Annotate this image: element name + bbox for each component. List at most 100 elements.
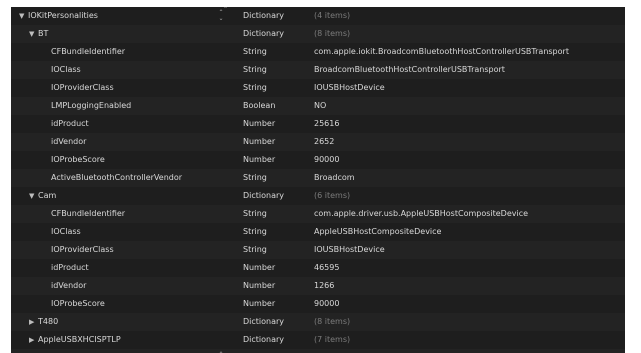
type-cell[interactable]: Dictionary xyxy=(243,313,284,331)
plist-row[interactable]: OSBundleRequired⌃⌄StringRoot xyxy=(11,349,625,353)
type-cell[interactable]: Dictionary xyxy=(243,7,284,25)
key-cell[interactable]: LMPLoggingEnabled xyxy=(51,97,211,115)
type-cell[interactable]: String xyxy=(243,205,267,223)
key-cell[interactable]: ▶ AppleUSBXHCISPTLP xyxy=(29,331,211,349)
plist-row[interactable]: ▼ IOKitPersonalities ⌃ ⌄ Dictionary (4 items) xyxy=(11,7,625,25)
value-cell[interactable]: (7 items) xyxy=(314,331,624,349)
plist-row[interactable]: idProduct Number 46595 xyxy=(11,259,625,277)
key-label: idVendor xyxy=(51,281,87,290)
key-label: IOProviderClass xyxy=(51,245,114,254)
plist-row[interactable]: CFBundleIdentifier String com.apple.driver… xyxy=(11,205,625,223)
value-cell[interactable]: 1266 xyxy=(314,277,624,295)
disclosure-collapsed-icon[interactable]: ▶ xyxy=(29,313,38,331)
plist-row[interactable]: IOProviderClass String IOUSBHostDevice xyxy=(11,79,625,97)
key-label: IOProbeScore xyxy=(51,299,105,308)
plist-row[interactable]: LMPLoggingEnabled Boolean NO xyxy=(11,97,625,115)
key-cell[interactable]: ActiveBluetoothControllerVendor xyxy=(51,169,211,187)
key-cell[interactable]: ▼ Cam xyxy=(29,187,211,205)
plist-editor: ⌃ ▼ IOKitPersonalities ⌃ ⌄ Dictionary (4 item… xyxy=(11,7,625,353)
plist-row[interactable]: ▼ BT Dictionary (8 items) xyxy=(11,25,625,43)
type-cell[interactable]: String xyxy=(243,223,267,241)
type-cell[interactable]: Number xyxy=(243,259,275,277)
plist-row[interactable]: CFBundleIdentifier String com.apple.iokit.… xyxy=(11,43,625,61)
value-cell[interactable]: 46595 xyxy=(314,259,624,277)
value-cell[interactable]: AppleUSBHostCompositeDevice xyxy=(314,223,624,241)
value-cell[interactable]: IOUSBHostDevice xyxy=(314,241,624,259)
key-cell[interactable]: ▶ T480 xyxy=(29,313,211,331)
key-label: IOClass xyxy=(51,65,81,74)
plist-row[interactable]: IOProbeScore Number 90000 xyxy=(11,295,625,313)
type-cell[interactable]: Dictionary xyxy=(243,25,284,43)
value-cell[interactable]: Broadcom xyxy=(314,169,624,187)
key-cell[interactable]: idVendor xyxy=(51,133,211,151)
type-cell[interactable]: String xyxy=(243,79,267,97)
key-label: idProduct xyxy=(51,119,89,128)
key-label: ActiveBluetoothControllerVendor xyxy=(51,173,183,182)
key-cell[interactable]: IOProviderClass xyxy=(51,79,211,97)
disclosure-expanded-icon[interactable]: ▼ xyxy=(29,25,38,43)
type-cell[interactable]: Dictionary xyxy=(243,187,284,205)
key-cell[interactable]: ▼ BT xyxy=(29,25,211,43)
type-cell[interactable]: Number xyxy=(243,295,275,313)
plist-row[interactable]: IOClass String AppleUSBHostCompositeDevice xyxy=(11,223,625,241)
key-label: IOProbeScore xyxy=(51,155,105,164)
plist-row[interactable]: idVendor Number 1266 xyxy=(11,277,625,295)
value-cell[interactable]: 90000 xyxy=(314,151,624,169)
plist-rows: ▼ IOKitPersonalities ⌃ ⌄ Dictionary (4 items)… xyxy=(11,7,625,353)
plist-row[interactable]: ▶ T480 Dictionary (8 items) xyxy=(11,313,625,331)
type-cell[interactable]: Number xyxy=(243,277,275,295)
type-cell[interactable]: String xyxy=(243,241,267,259)
type-cell[interactable]: Boolean xyxy=(243,97,275,115)
key-cell[interactable]: idProduct xyxy=(51,115,211,133)
value-cell[interactable]: com.apple.driver.usb.AppleUSBHostComposi… xyxy=(314,205,624,223)
value-cell[interactable]: (8 items) xyxy=(314,25,624,43)
value-cell[interactable]: (6 items) xyxy=(314,187,624,205)
key-label: IOClass xyxy=(51,227,81,236)
key-cell[interactable]: idProduct xyxy=(51,259,211,277)
plist-row[interactable]: ▼ Cam Dictionary (6 items) xyxy=(11,187,625,205)
type-cell[interactable]: String xyxy=(243,43,267,61)
disclosure-collapsed-icon[interactable]: ▶ xyxy=(29,331,38,349)
key-label: AppleUSBXHCISPTLP xyxy=(38,335,121,344)
key-cell[interactable]: OSBundleRequired xyxy=(19,349,211,353)
key-cell[interactable]: ▼ IOKitPersonalities xyxy=(19,7,211,25)
disclosure-expanded-icon[interactable]: ▼ xyxy=(19,7,28,25)
disclosure-expanded-icon[interactable]: ▼ xyxy=(29,187,38,205)
key-cell[interactable]: CFBundleIdentifier xyxy=(51,43,211,61)
key-cell[interactable]: IOProbeScore xyxy=(51,295,211,313)
type-cell[interactable]: Number xyxy=(243,115,275,133)
value-cell[interactable]: (4 items) xyxy=(314,7,624,25)
key-cell[interactable]: IOProviderClass xyxy=(51,241,211,259)
key-cell[interactable]: idVendor xyxy=(51,277,211,295)
type-cell[interactable]: Dictionary xyxy=(243,331,284,349)
type-cell[interactable]: Number xyxy=(243,151,275,169)
key-label: T480 xyxy=(38,317,59,326)
key-cell[interactable]: IOProbeScore xyxy=(51,151,211,169)
key-label: LMPLoggingEnabled xyxy=(51,101,132,110)
value-cell[interactable]: 25616 xyxy=(314,115,624,133)
type-cell[interactable]: Number xyxy=(243,133,275,151)
value-cell[interactable]: com.apple.iokit.BroadcomBluetoothHostCon… xyxy=(314,43,624,61)
plist-row[interactable]: idVendor Number 2652 xyxy=(11,133,625,151)
plist-row[interactable]: ▶ AppleUSBXHCISPTLP Dictionary (7 items) xyxy=(11,331,625,349)
type-cell[interactable]: String xyxy=(243,169,267,187)
key-cell[interactable]: IOClass xyxy=(51,223,211,241)
plist-row[interactable]: IOProbeScore Number 90000 xyxy=(11,151,625,169)
value-cell[interactable]: 2652 xyxy=(314,133,624,151)
value-cell[interactable]: IOUSBHostDevice xyxy=(314,79,624,97)
plist-row[interactable]: IOProviderClass String IOUSBHostDevice xyxy=(11,241,625,259)
type-cell[interactable]: String xyxy=(243,349,267,353)
value-cell[interactable]: (8 items) xyxy=(314,313,624,331)
value-cell[interactable]: 90000 xyxy=(314,295,624,313)
value-cell[interactable]: BroadcomBluetoothHostControllerUSBTransp… xyxy=(314,61,624,79)
plist-row[interactable]: IOClass String BroadcomBluetoothHostContro… xyxy=(11,61,625,79)
key-cell[interactable]: CFBundleIdentifier xyxy=(51,205,211,223)
key-label: IOKitPersonalities xyxy=(28,11,98,20)
plist-row[interactable]: ActiveBluetoothControllerVendor String Bro… xyxy=(11,169,625,187)
type-cell[interactable]: String xyxy=(243,61,267,79)
plist-row[interactable]: idProduct Number 25616 xyxy=(11,115,625,133)
value-cell[interactable]: NO xyxy=(314,97,624,115)
key-cell[interactable]: IOClass xyxy=(51,61,211,79)
type-stepper-icon[interactable]: ⌃⌄ xyxy=(218,10,224,22)
value-cell[interactable]: Root xyxy=(314,349,624,353)
